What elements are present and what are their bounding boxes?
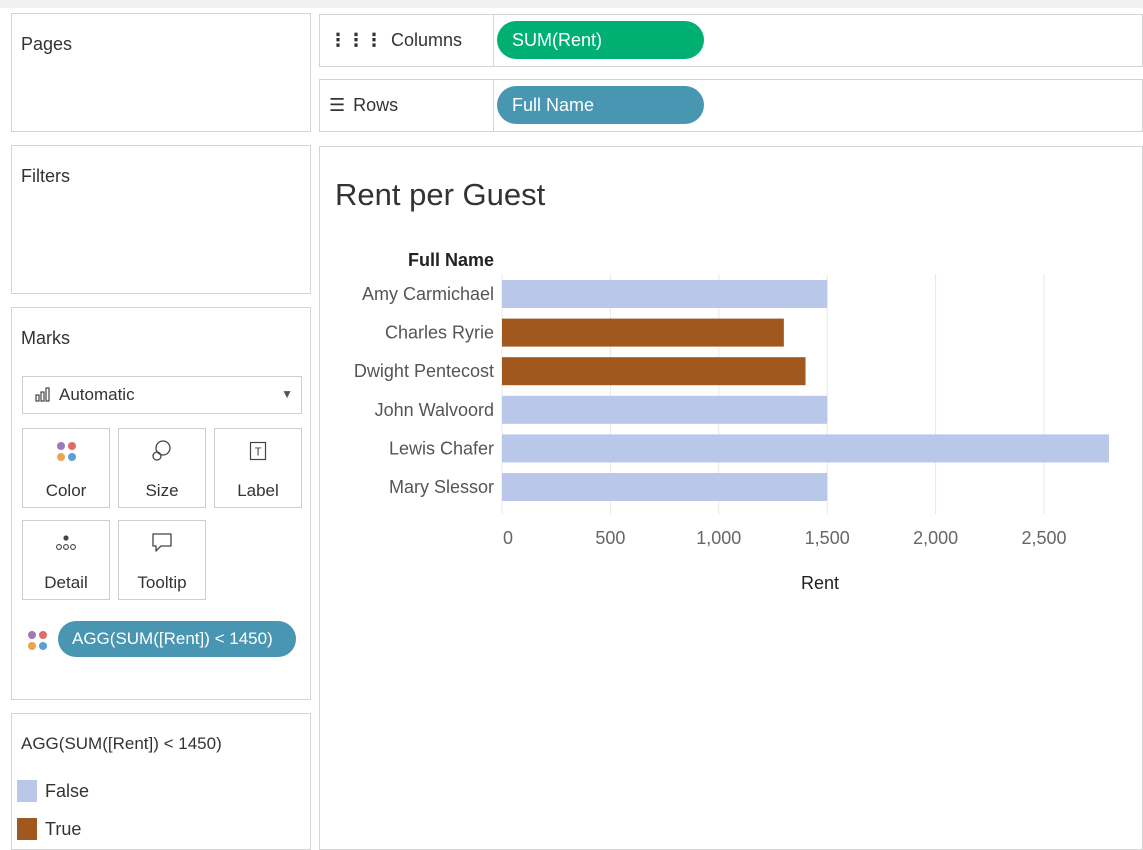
category-label: John Walvoord [375,400,494,420]
top-strip [0,0,1143,8]
color-field-pill[interactable]: AGG(SUM([Rent]) < 1450) [58,621,296,657]
mark-type-value: Automatic [59,385,135,404]
tooltip-button[interactable]: Tooltip [118,520,206,600]
rows-pill-full-name[interactable]: Full Name [497,86,704,124]
bar-chart-icon [35,386,53,405]
category-label: Amy Carmichael [362,284,494,304]
view-area: Rent per Guest Amy Carmichael Charles Ryr… [319,146,1143,850]
x-tick-label: 1,500 [805,528,850,548]
bar[interactable] [502,357,806,386]
color-icon [23,439,109,463]
mark-type-dropdown[interactable]: Automatic ▼ [22,376,302,414]
x-tick-label: 2,500 [1021,528,1066,548]
label-button[interactable]: T Label [214,428,302,508]
columns-shelf-label: ⋮⋮⋮ Columns [320,15,494,66]
legend-label-false: False [45,780,90,801]
size-button[interactable]: Size [118,428,206,508]
detail-button-label: Detail [44,573,88,592]
category-label: Charles Ryrie [385,323,494,343]
bar[interactable] [502,395,828,424]
columns-shelf[interactable]: ⋮⋮⋮ Columns SUM(Rent) [319,14,1143,67]
rows-label: Rows [353,95,399,115]
label-button-label: Label [237,481,279,500]
label-icon: T [215,439,301,463]
x-tick-label: 500 [595,528,625,548]
color-icon [28,631,47,650]
columns-icon: ⋮⋮⋮ [329,30,383,50]
category-label: Mary Slessor [389,477,494,497]
x-axis-title: Rent [801,573,839,593]
tooltip-button-label: Tooltip [137,573,187,592]
x-tick-label: 0 [503,528,513,548]
legend-item-true[interactable]: True [17,818,81,840]
bar[interactable] [502,434,1110,463]
category-label: Dwight Pentecost [354,361,494,381]
color-legend: AGG(SUM([Rent]) < 1450) False True [11,713,311,850]
filters-card[interactable]: Filters [11,145,311,294]
rows-shelf[interactable]: ☰ Rows Full Name [319,79,1143,132]
pages-title: Pages [21,34,73,54]
color-button[interactable]: Color [22,428,110,508]
legend-swatch-false [17,780,37,802]
color-button-label: Color [45,481,87,500]
legend-title: AGG(SUM([Rent]) < 1450) [21,734,222,753]
legend-label-true: True [45,818,82,839]
detail-icon [23,531,109,555]
legend-swatch-true [17,818,37,840]
svg-text:T: T [255,446,262,459]
marks-title: Marks [21,328,70,348]
detail-button[interactable]: Detail [22,520,110,600]
pages-card[interactable]: Pages [11,13,311,132]
size-icon [119,439,205,463]
tooltip-icon [119,531,205,555]
x-tick-label: 2,000 [913,528,958,548]
chevron-down-icon: ▼ [281,387,293,401]
marks-card: Marks Automatic ▼ Color Size T Label Det… [11,307,311,700]
bar-chart: Amy Carmichael Charles Ryrie Dwight Pentec… [354,250,1110,593]
bar[interactable] [502,473,828,501]
row-header-label: Full Name [408,250,494,270]
columns-label: Columns [391,30,463,50]
category-label: Lewis Chafer [389,438,494,458]
legend-item-false[interactable]: False [17,780,89,802]
bar[interactable] [502,318,784,347]
size-button-label: Size [145,481,179,500]
bar[interactable] [502,280,828,308]
x-tick-label: 1,000 [696,528,741,548]
filters-title: Filters [21,166,70,186]
rows-shelf-label: ☰ Rows [320,80,494,131]
rows-icon: ☰ [329,95,346,115]
columns-pill-sum-rent[interactable]: SUM(Rent) [497,21,704,59]
